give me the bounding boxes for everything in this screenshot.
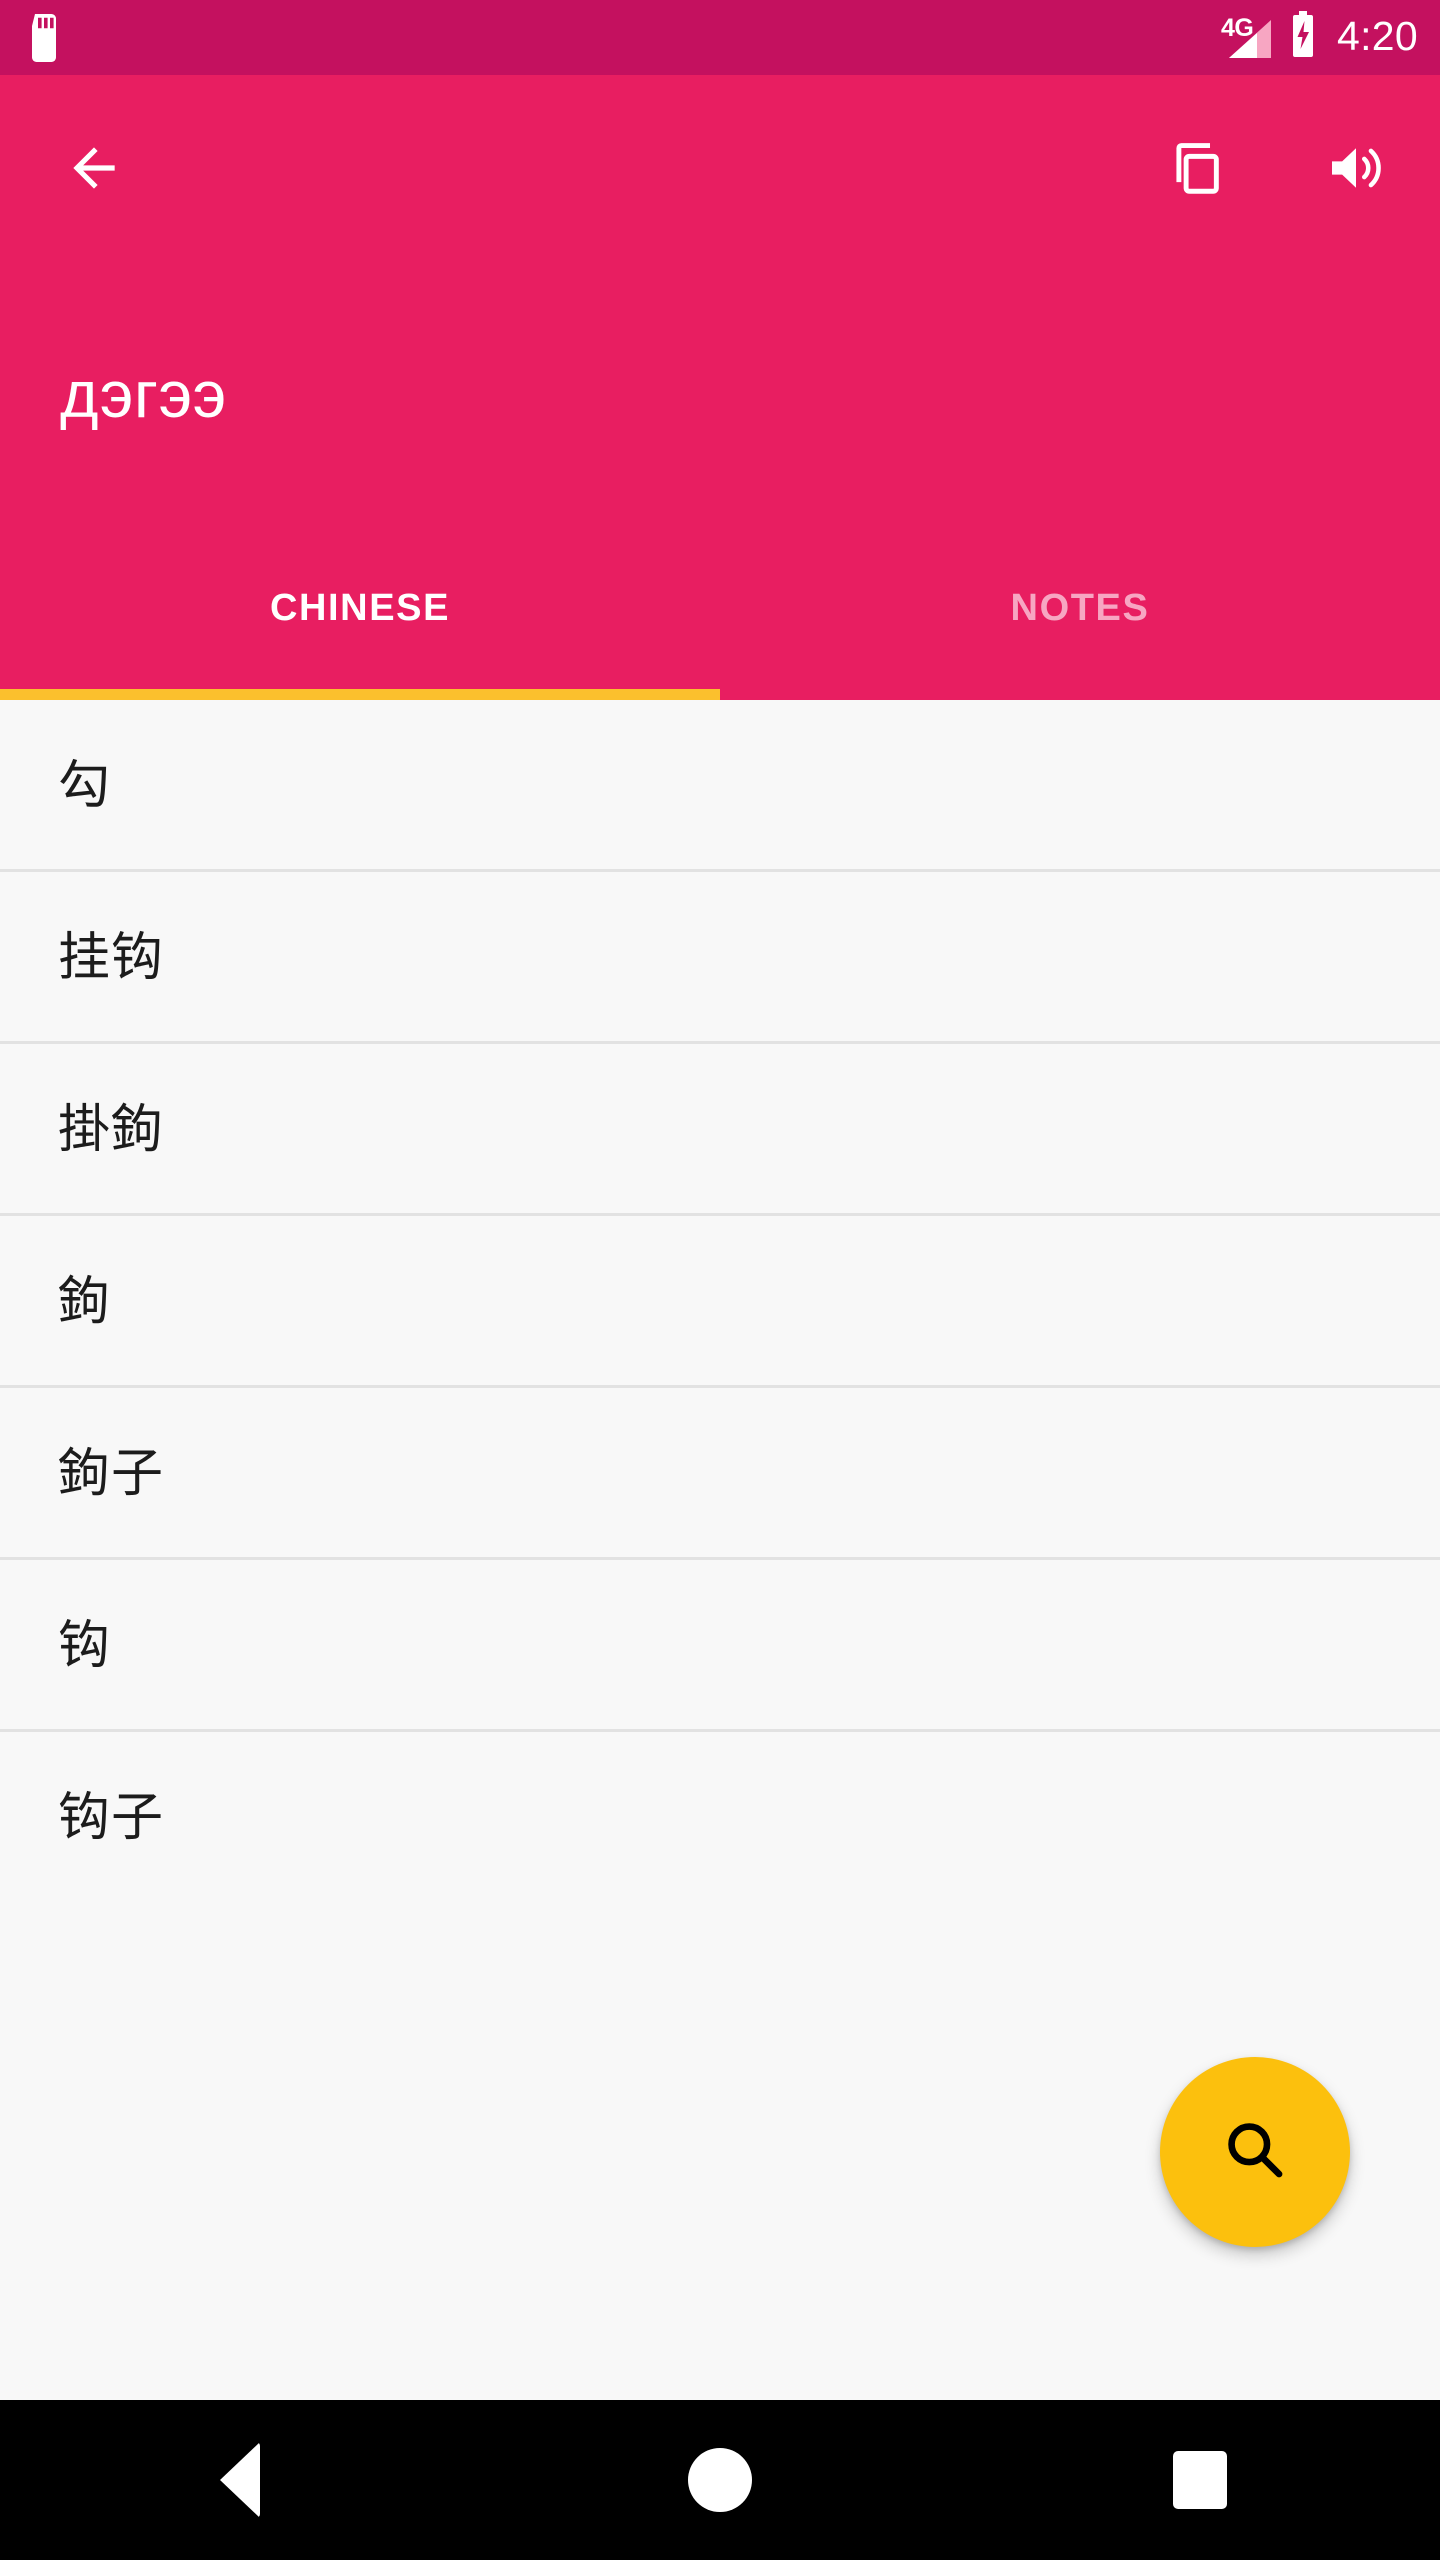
copy-button[interactable]	[1156, 128, 1240, 212]
search-icon	[1217, 2112, 1293, 2193]
list-item-label: 掛鉤	[58, 1101, 165, 1159]
list-item[interactable]: 挂钩	[0, 872, 1440, 1044]
phone-screen: 4G 4:20 дэгээ CHINESE NOTES 勾 挂钩 掛鉤 鉤 鉤子…	[0, 0, 1440, 2560]
list-item-label: 鉤	[58, 1273, 112, 1331]
status-bar: 4G 4:20	[0, 0, 1440, 75]
signal-bars-icon: 4G	[1221, 13, 1275, 62]
volume-up-icon	[1324, 136, 1388, 205]
list-item[interactable]: 钩子	[0, 1732, 1440, 1904]
list-item[interactable]: 勾	[0, 700, 1440, 872]
content-copy-icon	[1167, 137, 1229, 204]
status-bar-left	[26, 13, 62, 62]
tab-bar: CHINESE NOTES	[0, 522, 1440, 700]
system-navigation-bar	[0, 2400, 1440, 2560]
nav-back-button[interactable]	[0, 2442, 480, 2518]
list-item-label: 钩子	[58, 1789, 165, 1847]
pronounce-button[interactable]	[1314, 128, 1398, 212]
tab-notes[interactable]: NOTES	[720, 522, 1440, 700]
page-title: дэгээ	[60, 357, 227, 431]
list-item[interactable]: 钩	[0, 1560, 1440, 1732]
nav-back-triangle-icon	[220, 2442, 260, 2518]
list-item-label: 挂钩	[58, 929, 165, 987]
nav-home-button[interactable]	[480, 2448, 960, 2512]
list-item-label: 鉤子	[58, 1445, 165, 1503]
sd-card-icon	[26, 13, 62, 62]
list-item-label: 勾	[58, 757, 112, 815]
app-bar-right-actions	[1156, 128, 1398, 212]
status-bar-right: 4G 4:20	[1221, 11, 1418, 64]
battery-charging-icon	[1289, 11, 1317, 64]
status-bar-clock: 4:20	[1337, 12, 1418, 59]
back-button[interactable]	[52, 128, 136, 212]
app-bar: дэгээ	[0, 75, 1440, 600]
network-type-label: 4G	[1221, 13, 1254, 42]
back-arrow-icon	[63, 137, 125, 204]
list-item[interactable]: 掛鉤	[0, 1044, 1440, 1216]
search-fab[interactable]	[1160, 2057, 1350, 2247]
nav-recents-square-icon	[1173, 2451, 1227, 2509]
nav-home-circle-icon	[688, 2448, 752, 2512]
tab-indicator	[0, 689, 720, 700]
tab-chinese[interactable]: CHINESE	[0, 522, 720, 700]
list-item[interactable]: 鉤	[0, 1216, 1440, 1388]
app-bar-actions	[0, 75, 1440, 265]
list-item-label: 钩	[58, 1617, 112, 1675]
list-item[interactable]: 鉤子	[0, 1388, 1440, 1560]
tab-chinese-label: CHINESE	[269, 587, 451, 629]
nav-recents-button[interactable]	[960, 2451, 1440, 2509]
tab-notes-label: NOTES	[1010, 587, 1150, 629]
